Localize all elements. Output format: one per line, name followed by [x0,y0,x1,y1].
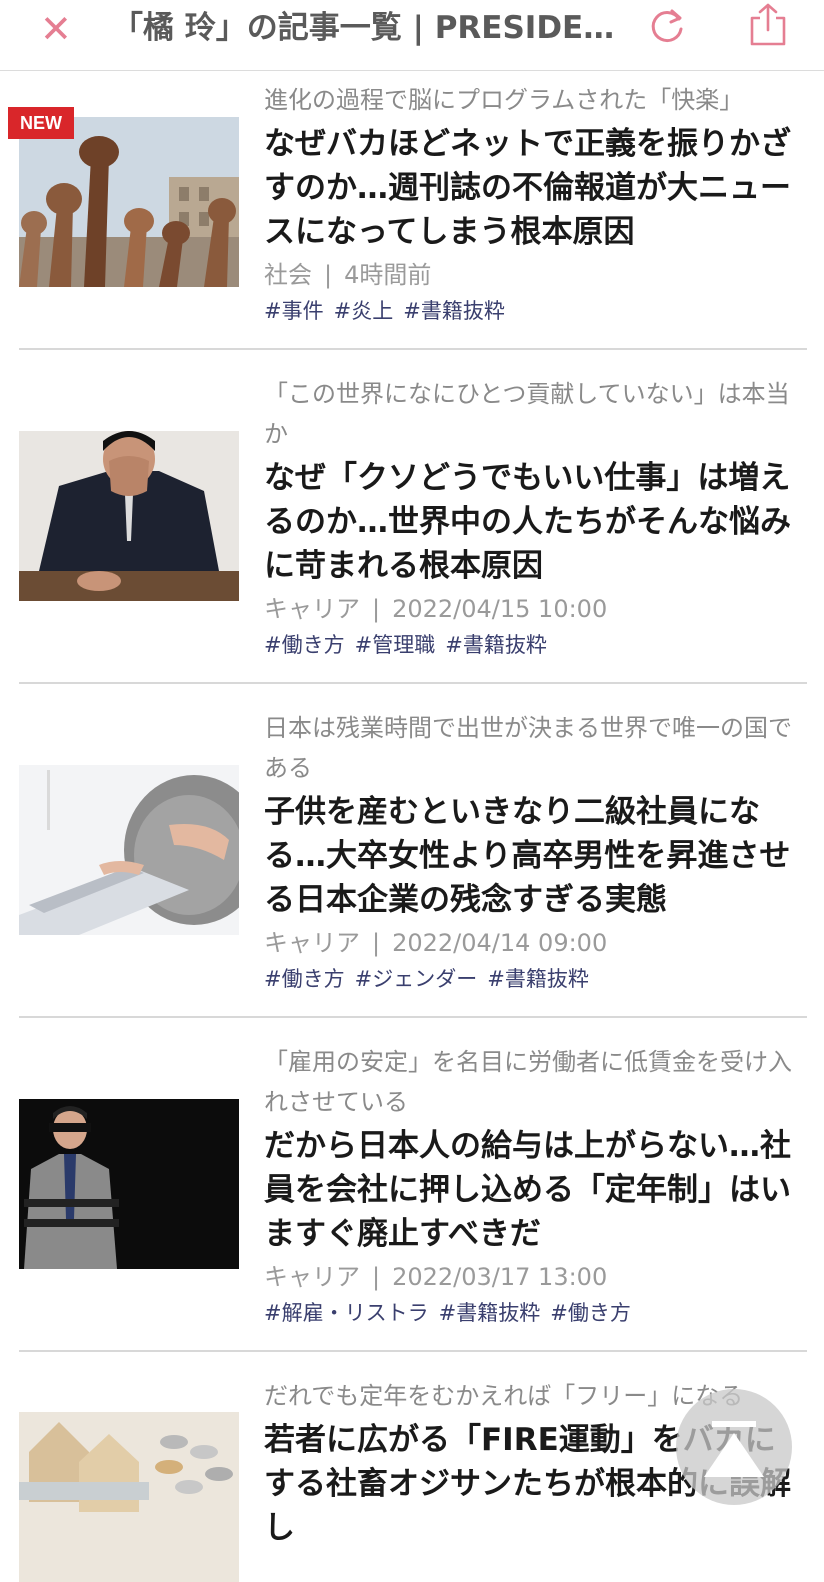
scroll-top-icon[interactable] [676,1389,792,1505]
article-headline[interactable]: だから日本人の給与は上がらない…社員を会社に押し込める「定年制」はいますぐ廃止す… [264,1124,807,1256]
article-tags: #事件 #炎上 #書籍抜粋 [264,294,807,328]
article-item[interactable]: 日本は残業時間で出世が決まる世界で唯一の国である 子供を産むといきなり二級社員に… [19,684,807,1018]
article-headline[interactable]: 子供を産むといきなり二級社員になる…大卒女性より高卒男性を昇進させる日本企業の残… [264,790,807,922]
article-meta: キャリア | 2022/03/17 13:00 [264,1263,608,1291]
article-category[interactable]: キャリア [264,595,360,623]
reload-icon[interactable] [646,5,688,47]
new-badge: NEW [8,107,74,139]
share-icon[interactable] [746,2,790,48]
tag-link[interactable]: #書籍抜粋 [403,299,505,323]
tag-link[interactable]: #管理職 [355,633,436,657]
tag-link[interactable]: #事件 [264,299,324,323]
tag-link[interactable]: #書籍抜粋 [445,633,547,657]
tag-link[interactable]: #働き方 [264,967,345,991]
article-lead: 「雇用の安定」を名目に労働者に低賃金を受け入れさせている [264,1048,792,1116]
article-headline[interactable]: なぜ「クソどうでもいい仕事」は増えるのか…世界中の人たちがそんな悩みに苛まれる根… [264,456,807,588]
article-item[interactable]: 「雇用の安定」を名目に労働者に低賃金を受け入れさせている だから日本人の給与は上… [19,1018,807,1352]
article-meta: 社会 | 4時間前 [264,261,432,289]
article-headline[interactable]: なぜバカほどネットで正義を振りかざすのか…週刊誌の不倫報道が大ニュースになってし… [264,122,807,254]
close-icon[interactable]: ✕ [40,10,72,48]
article-date: 4時間前 [344,261,432,289]
article-lead: 日本は残業時間で出世が決まる世界で唯一の国である [264,714,792,782]
article-lead: 進化の過程で脳にプログラムされた「快楽」 [264,86,744,114]
article-meta: キャリア | 2022/04/15 10:00 [264,595,608,623]
tag-link[interactable]: #書籍抜粋 [487,967,589,991]
article-thumbnail-coins-houses[interactable] [19,1412,239,1582]
tag-link[interactable]: #解雇・リストラ [264,1301,429,1325]
tag-link[interactable]: #ジェンダー [355,967,478,991]
article-item[interactable]: 「この世界になにひとつ貢献していない」は本当か なぜ「クソどうでもいい仕事」は増… [19,350,807,684]
page-title: 「橘 玲」の記事一覧 | PRESIDE… [112,10,615,46]
top-bar: ✕ 「橘 玲」の記事一覧 | PRESIDE… [0,0,824,71]
article-tags: #働き方 #ジェンダー #書籍抜粋 [264,962,807,996]
tag-link[interactable]: #働き方 [264,633,345,657]
article-date: 2022/04/15 10:00 [392,595,608,623]
article-date: 2022/03/17 13:00 [392,1263,608,1291]
article-thumbnail-protest-fists[interactable] [19,117,239,287]
article-item[interactable]: NEW 進化の過程で脳にプログラムされた「快楽」 なぜバカほどネットで正義を振り… [8,70,807,350]
tag-link[interactable]: #書籍抜粋 [439,1301,541,1325]
article-category[interactable]: 社会 [264,261,312,289]
article-category[interactable]: キャリア [264,1263,360,1291]
article-tags: #働き方 #管理職 #書籍抜粋 [264,628,807,662]
article-meta: キャリア | 2022/04/14 09:00 [264,929,608,957]
tag-link[interactable]: #炎上 [334,299,394,323]
tag-link[interactable]: #働き方 [550,1301,631,1325]
article-lead: 「この世界になにひとつ貢献していない」は本当か [264,380,790,448]
article-thumbnail-pregnant-worker[interactable] [19,765,239,935]
article-thumbnail-bound-businessman[interactable] [19,1099,239,1269]
article-tags: #解雇・リストラ #書籍抜粋 #働き方 [264,1296,807,1330]
article-date: 2022/04/14 09:00 [392,929,608,957]
article-thumbnail-stressed-man[interactable] [19,431,239,601]
article-category[interactable]: キャリア [264,929,360,957]
